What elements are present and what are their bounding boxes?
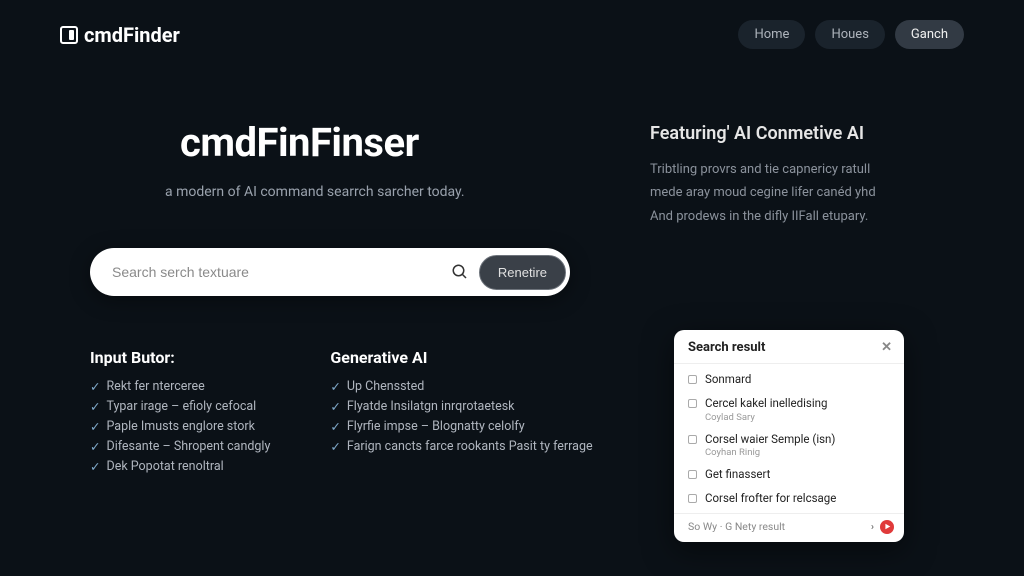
nav-ganch[interactable]: Ganch xyxy=(895,20,964,49)
brand-name: cmdFinder xyxy=(84,23,180,47)
check-icon: ✓ xyxy=(90,459,100,475)
logo-icon xyxy=(60,26,78,44)
feature-head-generative: Generative AI xyxy=(330,348,592,367)
checkbox-icon[interactable] xyxy=(688,399,697,408)
list-item: ✓Flyatde Insilatgn inrqrotaetesk xyxy=(330,397,592,417)
result-row[interactable]: Get finassert xyxy=(688,463,890,487)
search-icon xyxy=(451,263,469,281)
list-item: ✓Difesante – Shropent candgly xyxy=(90,437,270,457)
checkbox-icon[interactable] xyxy=(688,470,697,479)
checkbox-icon[interactable] xyxy=(688,375,697,384)
results-footer-text: So Wy · G Nety result xyxy=(688,520,785,533)
feature-head-input: Input Butor: xyxy=(90,348,270,367)
logo: cmdFinder xyxy=(60,23,180,47)
checkbox-icon[interactable] xyxy=(688,435,697,444)
left-column: cmdFinFinser a modern of AI command sear… xyxy=(90,119,610,477)
hero-subtitle: a modern of AI command searrch sarcher t… xyxy=(165,184,610,200)
search-button[interactable]: Renetire xyxy=(479,255,566,290)
features-row: Input Butor: ✓Rekt fer nterceree ✓Typar … xyxy=(90,348,610,477)
check-icon: ✓ xyxy=(90,379,100,395)
feature-list-input: ✓Rekt fer nterceree ✓Typar irage – efiol… xyxy=(90,377,270,477)
results-body: Sonmard Cercel kakel inelledisingCoylad … xyxy=(674,364,904,513)
results-title: Search result xyxy=(688,340,765,355)
feature-panel-title: Featuring' AI Conmetive AI xyxy=(650,123,950,144)
header: cmdFinder Home Houes Ganch xyxy=(0,0,1024,59)
right-column: Featuring' AI Conmetive AI Tribtling pro… xyxy=(650,119,950,228)
nav-home[interactable]: Home xyxy=(738,20,805,49)
list-item: ✓Flyrfie impse – Blognatty celolfy xyxy=(330,417,592,437)
feature-col-input: Input Butor: ✓Rekt fer nterceree ✓Typar … xyxy=(90,348,270,477)
search-bar: Renetire xyxy=(90,248,570,296)
result-row[interactable]: Corsel waier Semple (isn)Coyhan Rinig xyxy=(688,428,890,464)
result-row[interactable]: Cercel kakel inelledisingCoylad Sary xyxy=(688,392,890,428)
list-item: ✓Dek Popotat renoltral xyxy=(90,457,270,477)
list-item: ✓Typar irage – efioly cefocal xyxy=(90,397,270,417)
check-icon: ✓ xyxy=(90,439,100,455)
feature-col-generative: Generative AI ✓Up Chenssted ✓Flyatde Ins… xyxy=(330,348,592,477)
hero-title: cmdFinFinser xyxy=(180,119,610,166)
play-button[interactable] xyxy=(880,520,894,534)
close-icon[interactable]: ✕ xyxy=(881,340,892,355)
feature-panel-desc: Tribtling provrs and tie capnericy ratul… xyxy=(650,158,950,228)
list-item: ✓Farign cancts farce rookants Pasit ty f… xyxy=(330,437,592,457)
result-row[interactable]: Sonmard xyxy=(688,368,890,392)
check-icon: ✓ xyxy=(330,379,340,395)
nav: Home Houes Ganch xyxy=(738,20,964,49)
list-item: ✓Paple Imusts englore stork xyxy=(90,417,270,437)
list-item: ✓Up Chenssted xyxy=(330,377,592,397)
check-icon: ✓ xyxy=(90,399,100,415)
check-icon: ✓ xyxy=(330,439,340,455)
nav-houes[interactable]: Houes xyxy=(815,20,884,49)
chevron-right-icon[interactable]: › xyxy=(871,520,874,533)
results-footer: So Wy · G Nety result › xyxy=(674,513,904,542)
search-results-card: Search result ✕ Sonmard Cercel kakel ine… xyxy=(674,330,904,542)
result-row[interactable]: Corsel frofter for relcsage xyxy=(688,487,890,511)
feature-list-generative: ✓Up Chenssted ✓Flyatde Insilatgn inrqrot… xyxy=(330,377,592,457)
check-icon: ✓ xyxy=(330,419,340,435)
results-header: Search result ✕ xyxy=(674,330,904,364)
checkbox-icon[interactable] xyxy=(688,494,697,503)
search-input[interactable] xyxy=(112,264,451,280)
check-icon: ✓ xyxy=(90,419,100,435)
check-icon: ✓ xyxy=(330,399,340,415)
list-item: ✓Rekt fer nterceree xyxy=(90,377,270,397)
